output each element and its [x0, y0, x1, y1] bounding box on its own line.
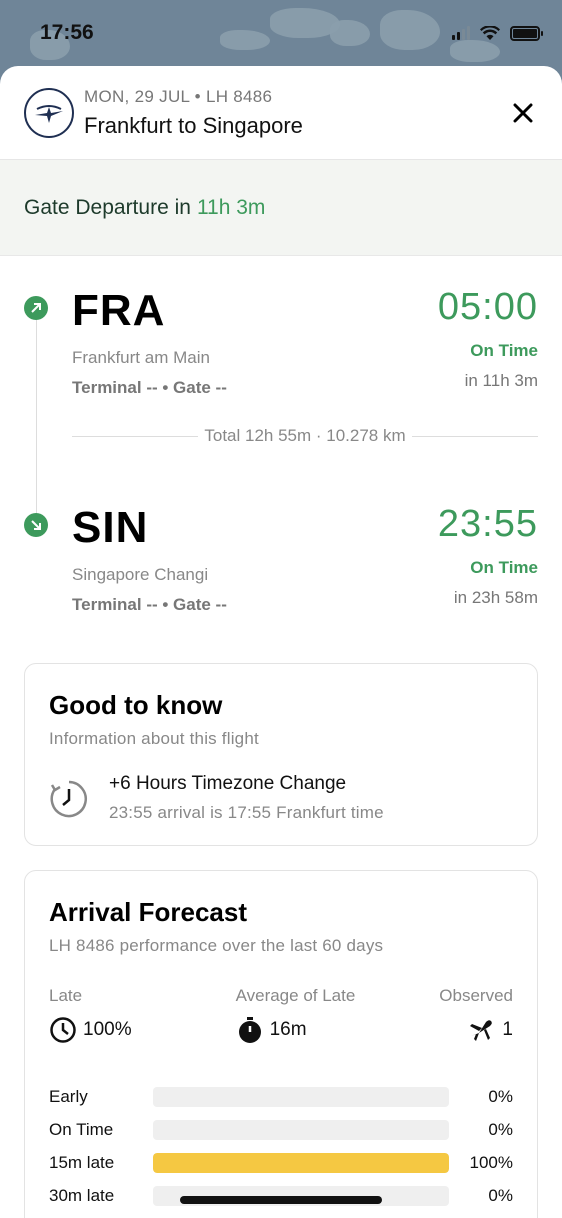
home-indicator[interactable] — [180, 1196, 382, 1204]
timezone-clock-icon — [50, 780, 87, 818]
plane-icon — [470, 1020, 493, 1041]
distribution-label: 15m late — [49, 1152, 115, 1172]
good-to-know-title: Good to know — [49, 690, 223, 720]
stat-average-late: Average of Late 16m — [216, 986, 356, 1044]
arrival-forecast-title: Arrival Forecast — [49, 897, 247, 927]
gate-departure-banner: Gate Departure in 11h 3m — [0, 160, 562, 256]
stat-late-value: 100% — [83, 1019, 132, 1040]
stat-observed-value: 1 — [502, 1019, 513, 1040]
arrival-status: On Time — [470, 558, 538, 577]
arrival-arrow-icon — [24, 513, 48, 537]
arrival-relative: in 23h 58m — [453, 588, 538, 607]
distribution-row: On Time 0% — [49, 1113, 513, 1146]
timezone-change-row: +6 Hours Timezone Change 23:55 arrival i… — [49, 773, 513, 823]
arrival-stop[interactable]: SIN Singapore Changi Terminal -- • Gate … — [72, 503, 538, 615]
departure-status: On Time — [470, 341, 538, 360]
total-duration-text: Total 12h 55m · 10.278 km — [204, 426, 406, 445]
clock-late-icon — [50, 1017, 76, 1043]
forecast-stats: Late 100% Average of Late 16m Observed 1 — [49, 986, 513, 1044]
stat-average-late-value: 16m — [269, 1019, 307, 1040]
battery-icon — [510, 25, 543, 41]
status-icons — [452, 25, 543, 41]
distribution-percent: 100% — [469, 1152, 513, 1172]
stat-average-late-label: Average of Late — [235, 986, 356, 1005]
flight-header: MON, 29 JUL • LH 8486 Frankfurt to Singa… — [0, 66, 562, 160]
departure-time: 05:00 — [437, 286, 538, 328]
stat-observed: Observed 1 — [439, 986, 513, 1044]
airline-logo — [24, 87, 74, 138]
arrival-forecast-subtitle: LH 8486 performance over the last 60 day… — [49, 936, 384, 955]
signal-icon — [452, 26, 470, 40]
arrival-distribution: Early 0% On Time 0% 15m late 100% 30m la… — [49, 1080, 513, 1212]
gate-departure-label: Gate Departure in — [24, 195, 191, 219]
close-button[interactable] — [508, 98, 538, 128]
distribution-label: 30m late — [49, 1185, 115, 1205]
distribution-row: 15m late 100% — [49, 1146, 513, 1179]
distribution-label: On Time — [49, 1119, 114, 1139]
wifi-icon — [480, 25, 500, 40]
distribution-bar — [153, 1119, 449, 1140]
stat-observed-label: Observed — [439, 986, 513, 1005]
departure-stop[interactable]: FRA Frankfurt am Main Terminal -- • Gate… — [72, 286, 538, 398]
flight-sheet: MON, 29 JUL • LH 8486 Frankfurt to Singa… — [0, 66, 562, 1218]
departure-relative: in 11h 3m — [464, 371, 538, 390]
timezone-change-title: +6 Hours Timezone Change — [109, 773, 347, 794]
stopwatch-icon — [238, 1017, 261, 1043]
good-to-know-subtitle: Information about this flight — [49, 729, 259, 748]
distribution-percent: 0% — [488, 1185, 513, 1205]
good-to-know-card[interactable]: Good to know Information about this flig… — [24, 663, 538, 846]
distribution-percent: 0% — [488, 1086, 513, 1106]
distribution-label: Early — [49, 1086, 88, 1106]
close-icon — [513, 103, 533, 122]
timezone-change-desc: 23:55 arrival is 17:55 Frankfurt time — [109, 803, 384, 822]
arrival-time: 23:55 — [437, 503, 538, 545]
arrival-forecast-card: Arrival Forecast LH 8486 performance ove… — [24, 870, 538, 1218]
status-time: 17:56 — [40, 21, 94, 44]
distribution-row: Early 0% — [49, 1080, 513, 1113]
flight-route-title: Frankfurt to Singapore — [84, 112, 303, 138]
total-duration: Total 12h 55m · 10.278 km — [72, 426, 538, 446]
distribution-percent: 0% — [488, 1119, 513, 1139]
departure-arrow-icon — [24, 296, 48, 320]
gate-departure-countdown: 11h 3m — [196, 195, 266, 219]
stat-late: Late 100% — [49, 986, 132, 1044]
timeline-line — [36, 308, 37, 526]
status-bar: 17:56 — [0, 0, 562, 66]
distribution-bar — [153, 1086, 449, 1107]
flight-date-number: MON, 29 JUL • LH 8486 — [84, 86, 273, 106]
route-timeline: FRA Frankfurt am Main Terminal -- • Gate… — [0, 256, 562, 656]
distribution-bar — [153, 1152, 449, 1173]
stat-late-label: Late — [49, 986, 83, 1005]
